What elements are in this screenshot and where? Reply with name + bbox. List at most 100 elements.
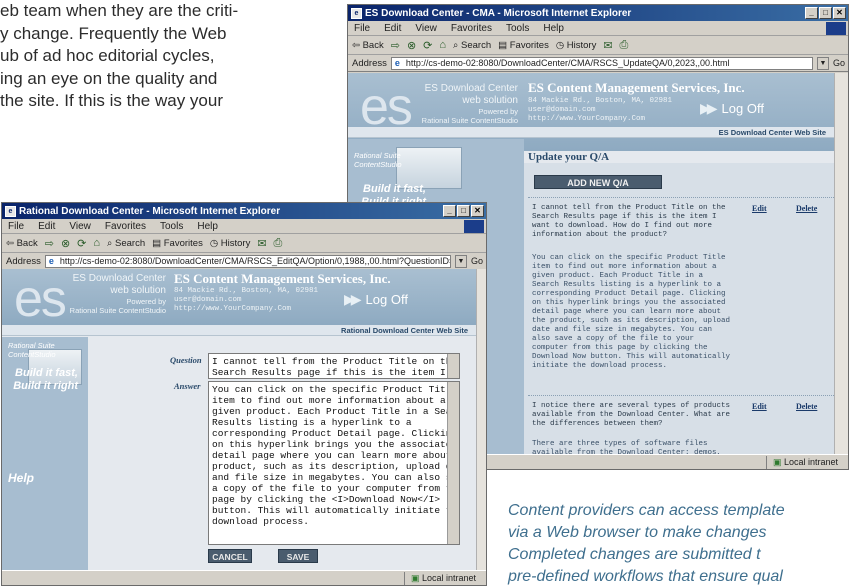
tagline-line2: web solution — [462, 95, 518, 106]
menu-view[interactable]: View — [415, 23, 437, 34]
go-button[interactable]: Go — [833, 58, 845, 68]
answer-label: Answer — [174, 381, 201, 391]
company-name: ES Content Management Services, Inc. — [174, 271, 391, 286]
answer-line: Results listing is a hyperlink to a — [212, 417, 412, 428]
answer-line: a copy of the file to your computer from… — [212, 483, 460, 494]
log-off-link[interactable]: ▶▶ Log Off — [700, 100, 764, 117]
window-title: Rational Download Center - Microsoft Int… — [19, 205, 281, 217]
suite-line1: Rational Suite — [354, 151, 401, 160]
home-icon[interactable]: ⌂ — [93, 237, 100, 249]
stop-icon[interactable]: ⊗ — [407, 39, 416, 52]
answer-textarea[interactable]: You can click on the specific Product Ti… — [208, 381, 460, 545]
caption-line: Completed changes are submitted t — [508, 546, 761, 563]
address-dropdown-icon[interactable]: ▼ — [816, 56, 829, 70]
powered-by-product: Rational Suite ContentStudio — [69, 306, 166, 315]
menu-tools[interactable]: Tools — [160, 221, 183, 232]
go-button[interactable]: Go — [471, 256, 483, 266]
menu-view[interactable]: View — [69, 221, 91, 232]
question-label: Question — [170, 355, 202, 365]
maximize-button[interactable]: □ — [819, 7, 832, 19]
powered-by-product: Rational Suite ContentStudio — [421, 116, 518, 125]
tagline-line1: ES Download Center — [424, 83, 518, 94]
edit-link[interactable]: Edit — [752, 204, 767, 213]
tagline-line1: ES Download Center — [72, 273, 166, 284]
minimize-button[interactable]: _ — [805, 7, 818, 19]
history-button[interactable]: ◷ History — [210, 238, 251, 249]
edit-link[interactable]: Edit — [752, 402, 767, 411]
double-arrow-icon: ▶▶ — [700, 100, 717, 116]
menu-edit[interactable]: Edit — [38, 221, 55, 232]
body-text: eb team when they are the criti- y chang… — [0, 0, 330, 113]
address-bar: Address http://cs-demo-02:8080/DownloadC… — [2, 253, 486, 270]
add-new-qa-button[interactable]: ADD NEW Q/A — [534, 175, 662, 189]
home-icon[interactable]: ⌂ — [439, 39, 446, 51]
status-zone: Local intranet — [765, 455, 848, 469]
company-email: user@domain.com — [174, 296, 242, 304]
favorites-button[interactable]: ▤ Favorites — [152, 238, 203, 249]
scrollbar[interactable] — [447, 382, 459, 544]
print-icon[interactable]: ⎙ — [274, 237, 283, 250]
print-icon[interactable]: ⎙ — [620, 39, 629, 52]
toolbar: ⇦ Back ⇨ ⊗ ⟳ ⌂ ⌕ Search ▤ Favorites ◷ Hi… — [348, 36, 848, 55]
company-name: ES Content Management Services, Inc. — [528, 80, 745, 95]
site-subheader: ES Download Center Web Site — [348, 127, 834, 138]
body-line: eb team when they are the criti- — [0, 1, 239, 20]
log-off-link[interactable]: ▶▶ Log Off — [344, 291, 408, 308]
address-input[interactable]: http://cs-demo-02:8080/DownloadCenter/CM… — [390, 56, 813, 70]
menu-file[interactable]: File — [354, 23, 370, 34]
status-zone: Local intranet — [403, 571, 486, 585]
answer-line: on this hyperlink brings you the associa… — [212, 439, 458, 450]
minimize-button[interactable]: _ — [443, 205, 456, 217]
menu-favorites[interactable]: Favorites — [105, 221, 146, 232]
answer-line: You can click on the specific Product Ti… — [212, 384, 458, 395]
favorites-button[interactable]: ▤ Favorites — [498, 40, 549, 51]
mail-icon[interactable]: ✉ — [603, 39, 612, 52]
delete-link[interactable]: Delete — [796, 402, 817, 411]
help-link[interactable]: Help — [8, 471, 34, 485]
page-content: es ES Download Center web solution Power… — [2, 269, 476, 570]
refresh-icon[interactable]: ⟳ — [77, 237, 86, 250]
title-bar: e ES Download Center - CMA - Microsoft I… — [348, 5, 848, 21]
scrollbar[interactable] — [447, 354, 459, 378]
history-button[interactable]: ◷ History — [556, 40, 597, 51]
search-button[interactable]: ⌕ Search — [107, 238, 145, 249]
close-button[interactable]: ✕ — [833, 7, 846, 19]
tagline-line2: web solution — [110, 285, 166, 296]
window-title: ES Download Center - CMA - Microsoft Int… — [365, 7, 632, 19]
address-label: Address — [352, 57, 387, 69]
menu-help[interactable]: Help — [543, 23, 564, 34]
suite-line2: ContentStudio — [354, 160, 402, 169]
qa-item: I notice there are several types of prod… — [528, 395, 834, 454]
windows-flag-icon — [826, 21, 846, 35]
cancel-button[interactable]: CANCEL — [208, 549, 252, 563]
history-label: History — [566, 39, 597, 51]
menu-tools[interactable]: Tools — [506, 23, 529, 34]
menu-help[interactable]: Help — [197, 221, 218, 232]
address-input[interactable]: http://cs-demo-02:8080/DownloadCenter/CM… — [44, 254, 451, 268]
stop-icon[interactable]: ⊗ — [61, 237, 70, 250]
menu-edit[interactable]: Edit — [384, 23, 401, 34]
caption-line: Content providers can access template — [508, 502, 785, 519]
menu-favorites[interactable]: Favorites — [451, 23, 492, 34]
back-button[interactable]: ⇦ Back — [6, 238, 38, 249]
vertical-scrollbar[interactable] — [834, 73, 848, 454]
save-button[interactable]: SAVE — [278, 549, 318, 563]
address-dropdown-icon[interactable]: ▼ — [454, 254, 467, 268]
refresh-icon[interactable]: ⟳ — [423, 39, 432, 52]
mail-icon[interactable]: ✉ — [257, 237, 266, 250]
build-line2: Build it right — [13, 380, 78, 392]
forward-icon[interactable]: ⇨ — [45, 237, 54, 250]
forward-icon[interactable]: ⇨ — [391, 39, 400, 52]
maximize-button[interactable]: □ — [457, 205, 470, 217]
answer-line: item to find out more information about … — [212, 395, 446, 406]
question-textarea[interactable]: I cannot tell from the Product Title on … — [208, 353, 460, 379]
body-line: the site. If this is the way your — [0, 91, 223, 110]
back-button[interactable]: ⇦ Back — [352, 40, 384, 51]
vertical-scrollbar[interactable] — [476, 269, 486, 570]
qa-question: I cannot tell from the Product Title on … — [532, 204, 726, 239]
question-line: I cannot tell from the Product Title on … — [212, 356, 458, 367]
search-button[interactable]: ⌕ Search — [453, 40, 491, 51]
menu-file[interactable]: File — [8, 221, 24, 232]
delete-link[interactable]: Delete — [796, 204, 817, 213]
close-button[interactable]: ✕ — [471, 205, 484, 217]
